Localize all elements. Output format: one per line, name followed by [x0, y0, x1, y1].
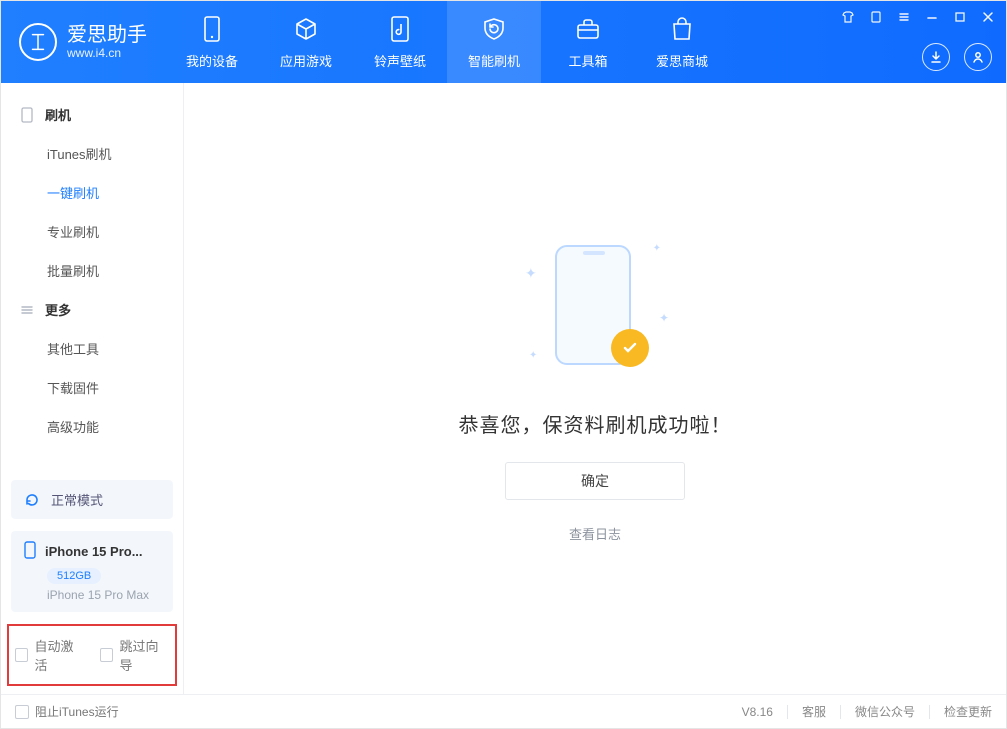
device-mode-label: 正常模式 [51, 490, 103, 509]
wechat-link[interactable]: 微信公众号 [855, 703, 915, 720]
status-bar: 阻止iTunes运行 V8.16 客服 微信公众号 检查更新 [1, 694, 1006, 728]
success-illustration: ✦ ✦ ✦ ✦ [505, 235, 685, 385]
refresh-shield-icon [480, 15, 508, 43]
checkbox-icon [15, 648, 28, 662]
sidebar-group-more: 更多 [1, 290, 183, 329]
phone-icon [198, 15, 226, 43]
device-capacity-badge: 512GB [47, 568, 101, 584]
sparkle-icon: ✦ [659, 311, 669, 325]
body: 刷机 iTunes刷机 一键刷机 专业刷机 批量刷机 更多 其他工具 下载固件 … [1, 83, 1006, 694]
menu-icon[interactable] [896, 9, 912, 25]
device-small-icon [19, 107, 35, 123]
brand-subtitle: www.i4.cn [67, 46, 147, 60]
device-small-icon [23, 541, 37, 562]
checkbox-auto-activate[interactable]: 自动激活 [15, 636, 84, 674]
sidebar-item-advanced[interactable]: 高级功能 [1, 407, 183, 446]
window-controls [840, 9, 996, 25]
sidebar-group-flash: 刷机 [1, 95, 183, 134]
tab-store[interactable]: 爱思商城 [635, 1, 729, 83]
top-tabs: 我的设备 应用游戏 铃声壁纸 智能刷机 [165, 1, 729, 83]
close-icon[interactable] [980, 9, 996, 25]
device-name: iPhone 15 Pro... [45, 544, 143, 559]
tab-apps[interactable]: 应用游戏 [259, 1, 353, 83]
account-button[interactable] [964, 43, 992, 71]
sidebar-item-download-firmware[interactable]: 下载固件 [1, 368, 183, 407]
refresh-icon [23, 491, 41, 509]
checkbox-label: 自动激活 [34, 636, 84, 674]
header-actions [922, 43, 992, 71]
main-panel: ✦ ✦ ✦ ✦ 恭喜您，保资料刷机成功啦！ 确定 查看日志 [184, 83, 1006, 694]
view-log-link[interactable]: 查看日志 [569, 524, 621, 543]
checkbox-icon [100, 648, 113, 662]
tab-label: 工具箱 [568, 51, 607, 70]
checkbox-label: 阻止iTunes运行 [35, 703, 119, 720]
device-card[interactable]: iPhone 15 Pro... 512GB iPhone 15 Pro Max [11, 531, 173, 612]
brand-title: 爱思助手 [67, 24, 147, 46]
sidebar-group-label: 刷机 [45, 105, 71, 124]
more-lines-icon [19, 302, 35, 318]
checkbox-block-itunes[interactable]: 阻止iTunes运行 [15, 703, 119, 720]
shopping-bag-icon [668, 15, 696, 43]
maximize-icon[interactable] [952, 9, 968, 25]
tab-label: 智能刷机 [468, 51, 520, 70]
checkbox-label: 跳过向导 [119, 636, 169, 674]
app-window: 爱思助手 www.i4.cn 我的设备 应用游戏 铃声壁 [0, 0, 1007, 729]
sparkle-icon: ✦ [653, 243, 661, 254]
feedback-icon[interactable] [868, 9, 884, 25]
checkbox-icon [15, 705, 29, 719]
tab-flash[interactable]: 智能刷机 [447, 1, 541, 83]
sidebar-item-pro-flash[interactable]: 专业刷机 [1, 212, 183, 251]
sparkle-icon: ✦ [529, 350, 537, 361]
checkbox-skip-wizard[interactable]: 跳过向导 [100, 636, 169, 674]
tab-label: 铃声壁纸 [374, 51, 426, 70]
tab-my-device[interactable]: 我的设备 [165, 1, 259, 83]
tab-ringtones[interactable]: 铃声壁纸 [353, 1, 447, 83]
header: 爱思助手 www.i4.cn 我的设备 应用游戏 铃声壁 [1, 1, 1006, 83]
ok-button[interactable]: 确定 [505, 462, 685, 500]
device-full-name: iPhone 15 Pro Max [47, 588, 161, 602]
tab-label: 爱思商城 [656, 51, 708, 70]
brand-logo-icon [19, 23, 57, 61]
toolbox-icon [574, 15, 602, 43]
download-button[interactable] [922, 43, 950, 71]
sidebar-item-batch-flash[interactable]: 批量刷机 [1, 251, 183, 290]
success-message: 恭喜您，保资料刷机成功啦！ [459, 409, 732, 438]
sparkle-icon: ✦ [525, 265, 537, 282]
check-update-link[interactable]: 检查更新 [944, 703, 992, 720]
cube-icon [292, 15, 320, 43]
sidebar-group-label: 更多 [45, 300, 71, 319]
minimize-icon[interactable] [924, 9, 940, 25]
app-brand: 爱思助手 www.i4.cn [1, 1, 165, 83]
sidebar-item-other-tools[interactable]: 其他工具 [1, 329, 183, 368]
sidebar-item-itunes-flash[interactable]: iTunes刷机 [1, 134, 183, 173]
sidebar-item-oneclick-flash[interactable]: 一键刷机 [1, 173, 183, 212]
tab-toolbox[interactable]: 工具箱 [541, 1, 635, 83]
version-label: V8.16 [742, 705, 773, 719]
device-mode-card[interactable]: 正常模式 [11, 480, 173, 519]
tab-label: 应用游戏 [280, 51, 332, 70]
music-file-icon [386, 15, 414, 43]
support-link[interactable]: 客服 [802, 703, 826, 720]
options-highlight-box: 自动激活 跳过向导 [7, 624, 177, 686]
sidebar: 刷机 iTunes刷机 一键刷机 专业刷机 批量刷机 更多 其他工具 下载固件 … [1, 83, 184, 694]
success-check-icon [611, 329, 649, 367]
skin-icon[interactable] [840, 9, 856, 25]
tab-label: 我的设备 [186, 51, 238, 70]
